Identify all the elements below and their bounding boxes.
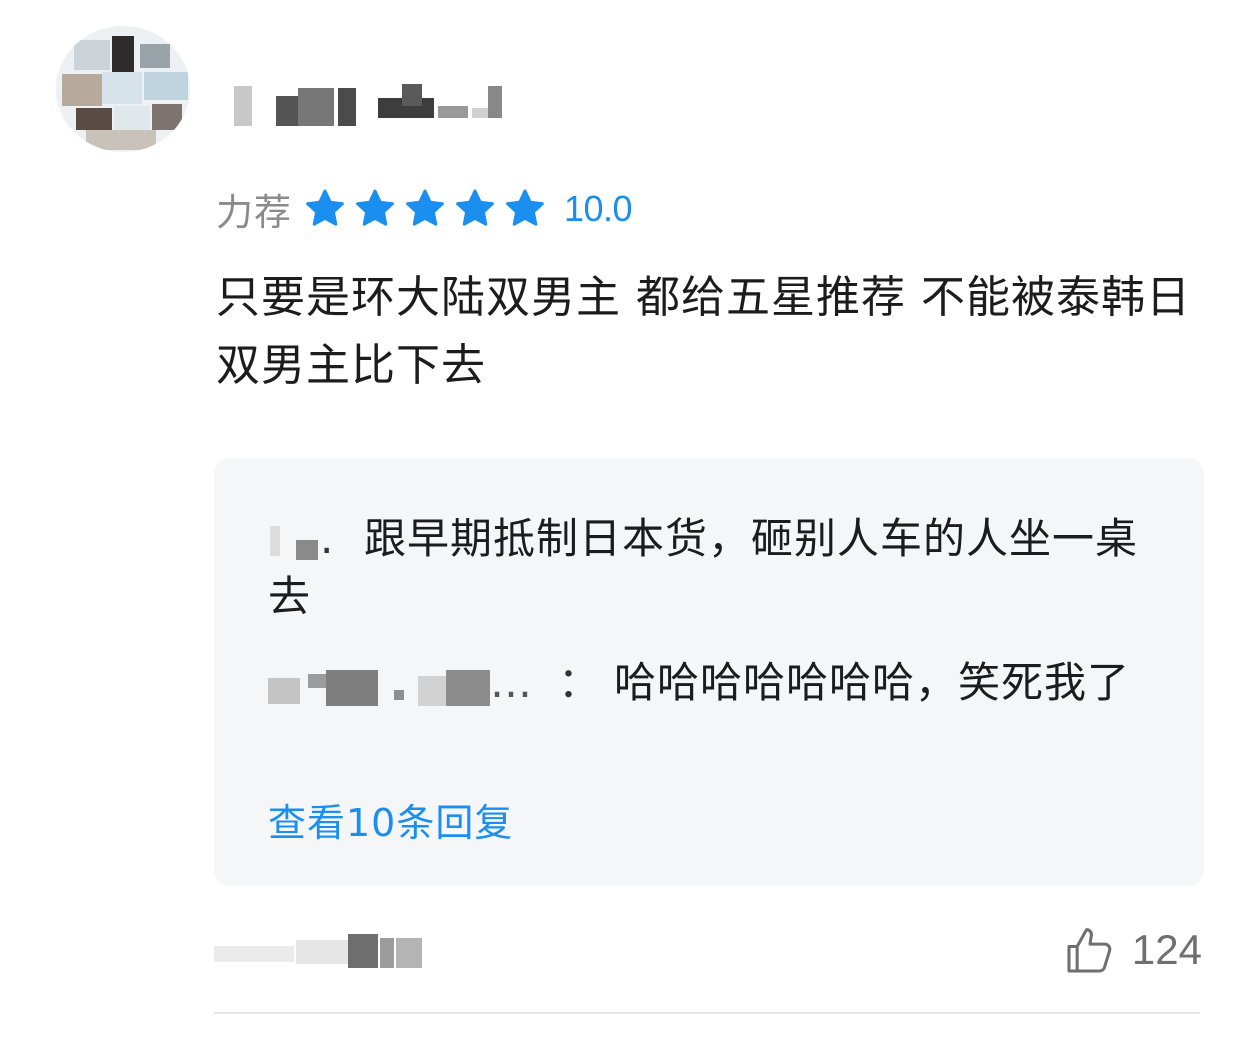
- reply-author-blurred[interactable]: … ：: [268, 654, 614, 712]
- reply-preview-box[interactable]: . 跟早期抵制日本货，砸别人车的人坐一桌去 … ： 哈哈哈哈哈哈哈，笑死我了 查…: [214, 458, 1204, 886]
- reply-author-blurred[interactable]: .: [268, 510, 364, 568]
- like-button[interactable]: 124: [1062, 922, 1202, 978]
- comment-text: 只要是环大陆双男主 都给五星推荐 不能被泰韩日双男主比下去: [216, 272, 1191, 391]
- star-icon: [406, 189, 444, 226]
- username-blurred[interactable]: [226, 80, 516, 130]
- reply-text: 跟早期抵制日本货，砸别人车的人坐一桌去: [268, 514, 1139, 621]
- reply-item[interactable]: … ： 哈哈哈哈哈哈哈，笑死我了: [268, 654, 1168, 712]
- comment-meta-blurred: [214, 928, 434, 974]
- rating-score: 10.0: [564, 188, 633, 229]
- star-icon: [456, 189, 494, 226]
- reply-item[interactable]: . 跟早期抵制日本货，砸别人车的人坐一桌去: [268, 510, 1168, 626]
- star-icon: [356, 189, 394, 226]
- like-count: 124: [1131, 926, 1202, 973]
- thumbs-up-icon: [1067, 928, 1112, 973]
- star-icon: [506, 189, 544, 226]
- rating-label: 力荐: [216, 191, 292, 234]
- rating-row: 力荐 10.0: [216, 184, 633, 234]
- divider: [214, 1012, 1200, 1014]
- rating-stars: [302, 187, 548, 231]
- view-replies-link[interactable]: 查看10条回复: [268, 792, 513, 847]
- reply-text: 哈哈哈哈哈哈哈，笑死我了: [614, 658, 1131, 707]
- user-avatar[interactable]: [56, 26, 190, 152]
- star-icon: [306, 189, 344, 226]
